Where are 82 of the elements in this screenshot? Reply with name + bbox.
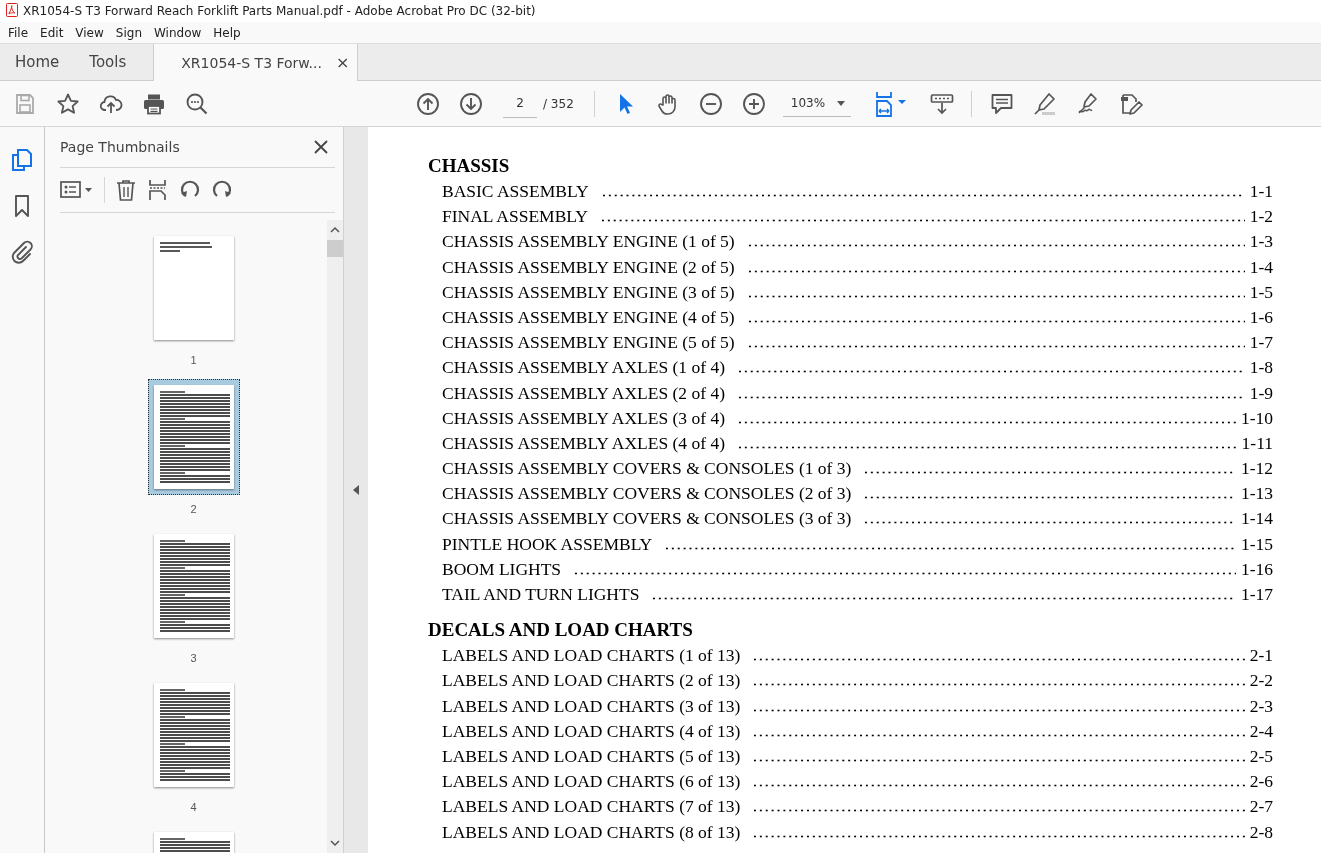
section-heading: DECALS AND LOAD CHARTS xyxy=(428,618,694,643)
toc-entry-title: CHASSIS ASSEMBLY ENGINE (5 of 5) xyxy=(442,331,735,355)
toc-entry-title: LABELS AND LOAD CHARTS (2 of 13) xyxy=(442,669,741,693)
toc-entry-title: CHASSIS ASSEMBLY ENGINE (3 of 5) xyxy=(442,280,735,304)
toc-page-number: 1-16 xyxy=(1240,557,1273,581)
collapse-panel-button[interactable] xyxy=(352,484,360,496)
toc-page-number: 1-17 xyxy=(1240,583,1273,606)
close-icon[interactable] xyxy=(313,139,329,155)
scroll-down-icon[interactable] xyxy=(330,839,340,847)
toc-entry-title: FINAL ASSEMBLY xyxy=(442,205,588,229)
toc-entry-title: CHASSIS ASSEMBLY AXLES (4 of 4) xyxy=(442,431,725,455)
toc-entry-title: LABELS AND LOAD CHARTS (8 of 13) xyxy=(442,820,741,844)
page-label: 1 xyxy=(190,354,197,366)
page-label: 4 xyxy=(190,801,197,813)
menu-item[interactable]: Window xyxy=(148,25,208,40)
toc-entry-title: TAIL AND TURN LIGHTS xyxy=(442,583,640,606)
tab-close-button[interactable]: × xyxy=(335,53,350,72)
page-label: 2 xyxy=(190,503,197,515)
toc-page-number: 2-8 xyxy=(1249,820,1273,844)
page-label: 3 xyxy=(190,652,197,664)
toc-entry-title: CHASSIS ASSEMBLY ENGINE (4 of 5) xyxy=(442,305,735,329)
toc-entry-title: BASIC ASSEMBLY xyxy=(442,180,589,203)
toc-entry-title: LABELS AND LOAD CHARTS (1 of 13) xyxy=(442,644,741,668)
toc-entry-title: PINTLE HOOK ASSEMBLY xyxy=(442,532,653,556)
toc-entry-title: LABELS AND LOAD CHARTS (6 of 13) xyxy=(442,770,741,794)
menu-item[interactable]: File xyxy=(2,25,35,40)
zoom-dropdown[interactable]: 103% xyxy=(782,90,851,117)
toc-page-number: 2-7 xyxy=(1249,795,1273,819)
toc-page-number: 2-1 xyxy=(1249,644,1273,668)
menu-item[interactable]: View xyxy=(69,25,110,40)
toc-page-number: 2-6 xyxy=(1249,770,1273,794)
toc-page-number: 1-10 xyxy=(1240,406,1273,430)
toc-page-number: 1-11 xyxy=(1241,431,1273,455)
trash-icon[interactable] xyxy=(115,178,137,202)
toc-page-number: 1-4 xyxy=(1249,255,1273,279)
page-number-field[interactable]: 2 xyxy=(503,89,537,118)
section-heading: CHASSIS xyxy=(428,154,511,178)
toc-page-number: 1-5 xyxy=(1249,280,1273,304)
toc-entry-title: LABELS AND LOAD CHARTS (5 of 13) xyxy=(442,744,741,768)
page-thumbnails-icon[interactable] xyxy=(9,147,35,173)
toc-entry-title: CHASSIS ASSEMBLY AXLES (1 of 4) xyxy=(442,356,725,380)
tab[interactable]: Home xyxy=(0,44,75,80)
split-page-icon[interactable] xyxy=(147,178,169,202)
toc-entry-title: BOOM LIGHTS xyxy=(442,557,562,581)
toc-page-number: 1-14 xyxy=(1240,507,1273,531)
paperclip-icon[interactable] xyxy=(9,239,35,265)
toc-entry-title: CHASSIS ASSEMBLY AXLES (3 of 4) xyxy=(442,406,725,430)
toc-entry-title: LABELS AND LOAD CHARTS (3 of 13) xyxy=(442,694,741,718)
caret-icon[interactable] xyxy=(836,100,845,106)
tab[interactable]: Tools xyxy=(74,44,142,80)
toc-page-number: 1-13 xyxy=(1240,482,1273,506)
toc-entry-title: LABELS AND LOAD CHARTS (7 of 13) xyxy=(442,795,741,819)
toc-page-number: 2-2 xyxy=(1249,669,1273,693)
toc-page-number: 1-1 xyxy=(1249,180,1273,203)
toc-entry-title: CHASSIS ASSEMBLY COVERS & CONSOLES (1 of 3) xyxy=(442,457,852,481)
toc-entry-title: CHASSIS ASSEMBLY ENGINE (1 of 5) xyxy=(442,230,735,254)
toc-page-number: 1-2 xyxy=(1249,205,1273,229)
thumbnail-frame[interactable] xyxy=(147,379,240,495)
scroll-thumb[interactable] xyxy=(327,240,343,257)
menu-item[interactable]: Sign xyxy=(109,25,148,40)
toc-page-number: 2-4 xyxy=(1249,719,1273,743)
toc-entry-title: CHASSIS ASSEMBLY AXLES (2 of 4) xyxy=(442,381,725,405)
toc-page-number: 1-8 xyxy=(1249,356,1273,380)
panel-title: Page Thumbnails xyxy=(60,139,180,155)
menu-item[interactable]: Help xyxy=(207,25,247,40)
scroll-up-icon[interactable] xyxy=(330,226,340,234)
toc-page-number: 2-3 xyxy=(1249,694,1273,718)
toc-page-number: 1-7 xyxy=(1249,331,1273,355)
toc-entry-title: CHASSIS ASSEMBLY COVERS & CONSOLES (3 of 3) xyxy=(442,507,852,531)
page-count: / 352 xyxy=(543,96,574,111)
menu-item[interactable]: Edit xyxy=(34,25,70,40)
toc-page-number: 2-5 xyxy=(1249,744,1273,768)
window-title: XR1054-S T3 Forward Reach Forklift Parts Manual.pdf - Adobe Acrobat Pro DC (32-bit) xyxy=(23,4,536,18)
toc-entry-title: CHASSIS ASSEMBLY COVERS & CONSOLES (2 of 3) xyxy=(442,482,852,506)
toc-page-number: 1-12 xyxy=(1240,457,1273,481)
tab[interactable]: XR1054-S T3 Forw... × xyxy=(153,44,359,81)
toc-entry-title: CHASSIS ASSEMBLY ENGINE (2 of 5) xyxy=(442,255,735,279)
toc-page-number: 1-6 xyxy=(1249,305,1273,329)
toc-page-number: 1-3 xyxy=(1249,230,1273,254)
toc-entry-title: LABELS AND LOAD CHARTS (4 of 13) xyxy=(442,719,741,743)
toc-page-number: 1-15 xyxy=(1240,532,1273,556)
toc-page-number: 1-9 xyxy=(1249,381,1273,405)
